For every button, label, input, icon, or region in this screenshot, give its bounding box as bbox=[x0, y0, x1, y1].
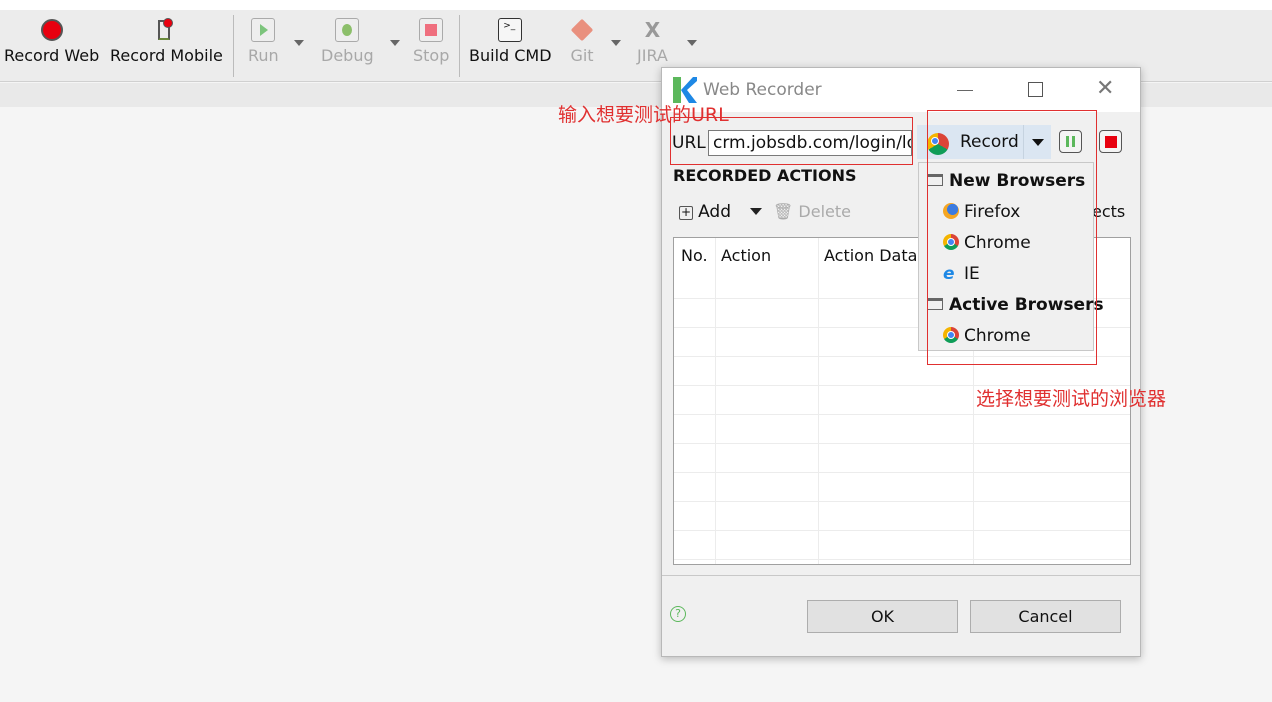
plus-icon: + bbox=[679, 205, 693, 220]
add-label: Add bbox=[698, 202, 732, 222]
debug-button[interactable]: Debug bbox=[321, 18, 374, 65]
git-icon bbox=[570, 18, 594, 42]
section-title: RECORDED ACTIONS bbox=[673, 166, 857, 185]
stop-button[interactable]: Stop bbox=[413, 18, 449, 65]
top-strip bbox=[0, 0, 1272, 10]
column-header-action[interactable]: Action bbox=[721, 246, 771, 265]
separator bbox=[459, 15, 460, 77]
cancel-button[interactable]: Cancel bbox=[970, 600, 1121, 633]
record-web-label: Record Web bbox=[4, 46, 100, 65]
delete-label: Delete bbox=[798, 202, 851, 221]
maximize-button[interactable] bbox=[1028, 82, 1043, 97]
git-dropdown-caret[interactable] bbox=[611, 40, 621, 46]
browser-highlight-box bbox=[927, 110, 1097, 365]
run-dropdown-caret[interactable] bbox=[294, 40, 304, 46]
run-button[interactable]: Run bbox=[248, 18, 279, 65]
record-icon bbox=[40, 18, 64, 42]
jira-dropdown-caret[interactable] bbox=[687, 40, 697, 46]
run-icon bbox=[251, 18, 276, 42]
debug-label: Debug bbox=[321, 46, 374, 65]
record-mobile-button[interactable]: Record Mobile bbox=[110, 18, 223, 65]
record-mobile-icon bbox=[154, 18, 178, 42]
divider bbox=[662, 575, 1140, 576]
add-button[interactable]: + Add bbox=[679, 202, 731, 222]
column-header-action-data[interactable]: Action Data bbox=[824, 246, 917, 265]
record-mobile-label: Record Mobile bbox=[110, 46, 223, 65]
git-label: Git bbox=[570, 46, 594, 65]
build-cmd-label: Build CMD bbox=[469, 46, 552, 65]
trash-icon: 🗑 bbox=[773, 202, 794, 221]
browser-annotation: 选择想要测试的浏览器 bbox=[976, 388, 1167, 410]
jira-icon: X bbox=[644, 18, 661, 42]
separator bbox=[233, 15, 234, 77]
column-header-no[interactable]: No. bbox=[681, 246, 708, 265]
debug-icon bbox=[335, 18, 360, 42]
url-annotation: 输入想要测试的URL bbox=[558, 104, 729, 126]
jira-button[interactable]: X JIRA bbox=[637, 18, 668, 65]
git-button[interactable]: Git bbox=[570, 18, 594, 65]
stop-icon bbox=[419, 18, 444, 42]
stop-label: Stop bbox=[413, 46, 450, 65]
record-web-button[interactable]: Record Web bbox=[4, 18, 99, 65]
delete-button[interactable]: 🗑 Delete bbox=[773, 202, 851, 221]
minimize-button[interactable] bbox=[957, 90, 973, 91]
jira-label: JIRA bbox=[637, 46, 668, 65]
debug-dropdown-caret[interactable] bbox=[390, 40, 400, 46]
stop-record-button[interactable] bbox=[1099, 130, 1122, 153]
terminal-icon: >_ bbox=[498, 18, 523, 42]
add-dropdown-caret[interactable] bbox=[750, 208, 762, 215]
build-cmd-button[interactable]: >_ Build CMD bbox=[469, 18, 552, 65]
help-icon[interactable]: ? bbox=[670, 606, 686, 622]
run-label: Run bbox=[248, 46, 279, 65]
ok-button[interactable]: OK bbox=[807, 600, 958, 633]
close-button[interactable]: ✕ bbox=[1096, 76, 1114, 101]
dialog-titlebar: Web Recorder ✕ bbox=[662, 68, 1140, 112]
dialog-title: Web Recorder bbox=[703, 80, 822, 100]
